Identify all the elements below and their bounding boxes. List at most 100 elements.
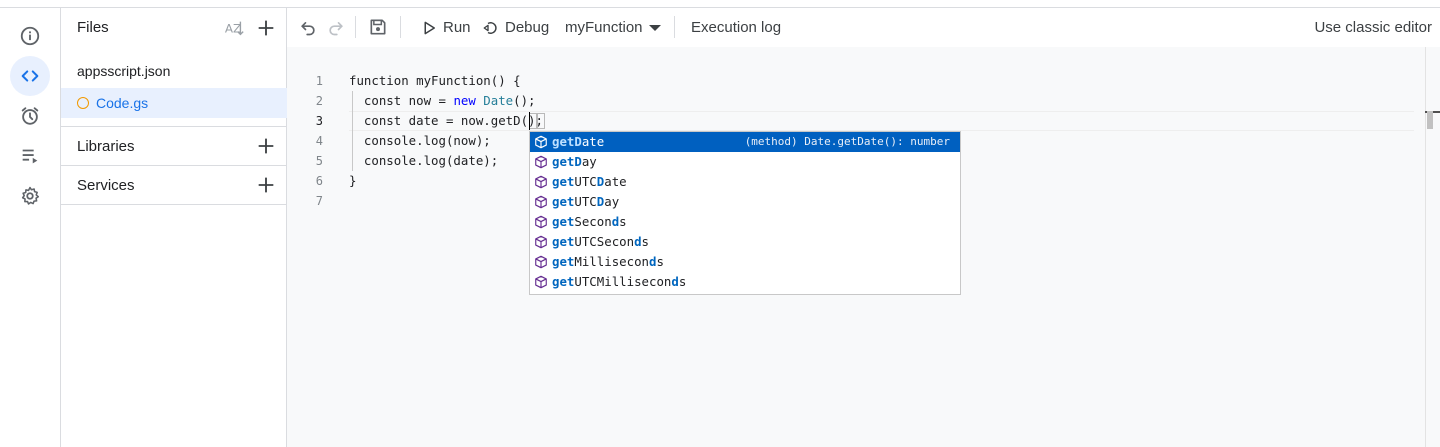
undo-icon[interactable]: [298, 17, 318, 37]
code-icon: [21, 70, 39, 82]
play-icon: [424, 21, 435, 34]
suggestion-item[interactable]: getDay: [530, 152, 960, 172]
file-name: appsscript.json: [77, 63, 171, 79]
add-file-icon[interactable]: [255, 17, 277, 39]
sort-az-icon[interactable]: AZ: [223, 17, 245, 39]
autocomplete-suggestions[interactable]: getDate (method) Date.getDate(): number ge…: [529, 131, 961, 295]
use-classic-editor-link[interactable]: Use classic editor: [1314, 8, 1432, 47]
suggestion-text: ate: [581, 134, 605, 149]
code-token: ();: [513, 93, 536, 108]
editor-button[interactable]: [10, 56, 50, 96]
editor-toolbar: Run Debug myFunction Execution log Use c…: [287, 8, 1440, 47]
code-token: console.log(now);: [349, 133, 491, 148]
line-number: 6: [315, 174, 323, 188]
code-token: console.log(date);: [349, 153, 499, 168]
suggestion-item[interactable]: getUTCSeconds: [530, 232, 960, 252]
suggestion-item[interactable]: getUTCDate: [530, 172, 960, 192]
execution-log-label: Execution log: [691, 19, 782, 36]
code-line[interactable]: console.log(date);: [349, 151, 498, 171]
suggestion-text: UTCMillisecon: [574, 274, 672, 289]
add-service-icon[interactable]: [255, 174, 277, 196]
bracket-match-open: [529, 113, 537, 129]
line-number: 1: [315, 74, 323, 88]
method-cube-icon: [535, 135, 547, 149]
code-line[interactable]: function myFunction() {: [349, 71, 521, 91]
file-item-code-gs[interactable]: Code.gs: [61, 88, 287, 118]
match-highlight: getD: [552, 134, 582, 149]
services-section[interactable]: Services: [61, 166, 287, 205]
suggestion-item[interactable]: getUTCDay: [530, 192, 960, 212]
add-library-icon[interactable]: [255, 135, 277, 157]
match-highlight: get: [552, 214, 575, 229]
method-cube-icon: [535, 215, 547, 229]
debug-icon: [483, 21, 497, 34]
suggestion-label: getUTCDay: [552, 192, 619, 212]
line-number-gutter: 1 2 3 4 5 6 7: [287, 47, 347, 447]
suggestion-label: getSeconds: [552, 212, 627, 232]
triggers-button[interactable]: [10, 96, 50, 136]
line-number: 3: [315, 114, 323, 128]
left-navigation-rail: [0, 8, 61, 447]
line-number: 2: [315, 94, 323, 108]
file-item-appsscript-json[interactable]: appsscript.json: [61, 56, 287, 86]
match-highlight: d: [634, 234, 642, 249]
code-token: new: [453, 93, 476, 108]
match-highlight: get: [552, 194, 575, 209]
suggestion-item[interactable]: getSeconds: [530, 212, 960, 232]
match-highlight: get: [552, 274, 575, 289]
suggestion-text: ate: [604, 174, 627, 189]
line-number: 5: [315, 154, 323, 168]
method-cube-icon: [535, 175, 547, 189]
suggestion-item[interactable]: getMilliseconds: [530, 252, 960, 272]
unsaved-status-icon: [77, 97, 89, 109]
execution-log-button[interactable]: Execution log: [691, 8, 781, 47]
match-highlight: get: [552, 234, 575, 249]
vertical-scrollbar-thumb[interactable]: [1427, 111, 1433, 129]
method-cube-icon: [535, 275, 547, 289]
debug-label: Debug: [505, 19, 550, 36]
suggestion-text: s: [641, 234, 650, 249]
run-button[interactable]: Run: [420, 8, 471, 47]
match-highlight: get: [552, 174, 575, 189]
match-highlight: get: [552, 254, 575, 269]
suggestion-text: ay: [581, 154, 597, 169]
function-select[interactable]: myFunction: [565, 8, 661, 47]
save-icon[interactable]: [368, 17, 388, 37]
code-line[interactable]: const now = new Date();: [349, 91, 536, 111]
executions-button[interactable]: [10, 136, 50, 176]
suggestion-text: Secon: [574, 214, 612, 229]
suggestion-text: s: [678, 274, 687, 289]
overview-button[interactable]: [10, 16, 50, 56]
match-highlight: d: [671, 274, 679, 289]
suggestion-text: ay: [604, 194, 620, 209]
method-cube-icon: [535, 155, 547, 169]
files-title: Files: [77, 19, 109, 36]
chevron-down-icon: [648, 24, 661, 31]
method-cube-icon: [535, 195, 547, 209]
project-settings-button[interactable]: [10, 176, 50, 216]
suggestion-item[interactable]: getDate (method) Date.getDate(): number: [530, 132, 960, 152]
suggestion-label: getDate: [552, 132, 604, 152]
suggestion-detail: (method) Date.getDate(): number: [744, 135, 950, 148]
suggestion-label: getUTCMilliseconds: [552, 272, 686, 292]
libraries-section[interactable]: Libraries: [61, 127, 287, 166]
match-highlight: getD: [552, 154, 582, 169]
bracket-match-close: [537, 113, 545, 129]
files-panel: Files AZ appsscript.json Code.gs Librari…: [61, 8, 287, 447]
redo-icon[interactable]: [326, 17, 346, 37]
suggestion-text: UTC: [574, 174, 597, 189]
top-frame-edge: [0, 0, 1440, 8]
section-divider: [61, 204, 287, 205]
debug-button[interactable]: Debug: [482, 8, 549, 47]
suggestion-text: UTCSecon: [574, 234, 635, 249]
executions-icon: [22, 149, 38, 164]
code-token: const date = now.getD();: [349, 113, 543, 128]
suggestion-item[interactable]: getUTCMilliseconds: [530, 272, 960, 292]
code-line[interactable]: const date = now.getD();: [349, 111, 543, 131]
line-number: 7: [315, 194, 323, 208]
suggestion-text: s: [619, 214, 627, 229]
toolbar-separator: [355, 16, 356, 38]
code-line[interactable]: }: [349, 171, 356, 191]
code-line[interactable]: console.log(now);: [349, 131, 491, 151]
code-token: const now =: [349, 93, 454, 108]
